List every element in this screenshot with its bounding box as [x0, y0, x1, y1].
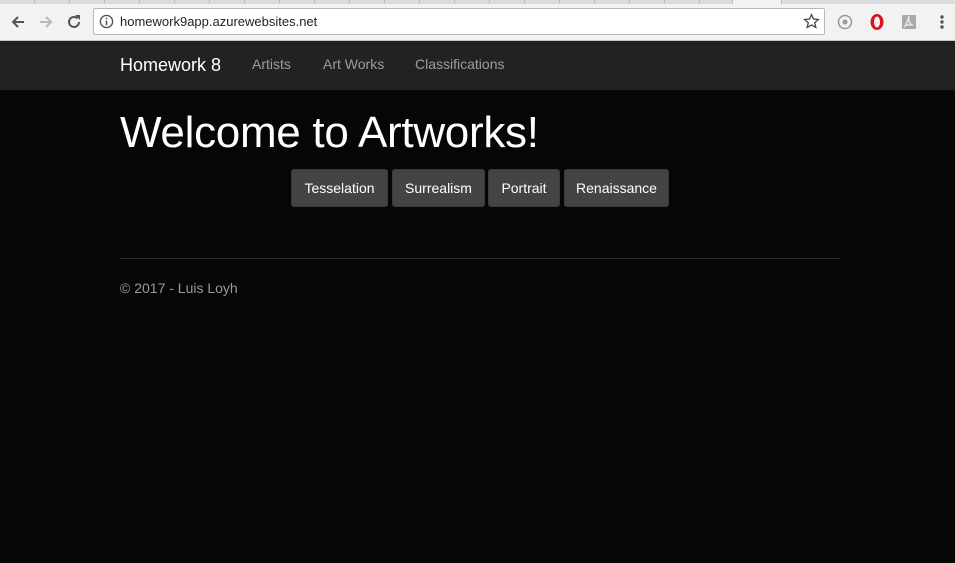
tab[interactable] — [630, 0, 665, 3]
pdf-extension-button[interactable] — [900, 13, 918, 31]
pdf-icon — [902, 15, 916, 29]
tab[interactable] — [70, 0, 105, 3]
page-heading: Welcome to Artworks! — [120, 108, 539, 157]
nav-link-classifications[interactable]: Classifications — [415, 56, 504, 72]
bookmark-button[interactable] — [803, 13, 820, 35]
tab[interactable] — [350, 0, 385, 3]
tab[interactable] — [525, 0, 560, 3]
surrealism-button[interactable]: Surrealism — [392, 169, 485, 207]
tab[interactable] — [665, 0, 700, 3]
tab[interactable] — [490, 0, 525, 3]
tab[interactable] — [595, 0, 630, 3]
star-icon — [803, 13, 820, 29]
kebab-menu-icon — [940, 15, 944, 29]
opera-extension-button[interactable] — [868, 13, 886, 31]
opera-icon — [870, 14, 884, 30]
tab[interactable] — [210, 0, 245, 3]
reload-icon — [68, 15, 80, 28]
forward-button[interactable] — [34, 10, 58, 34]
tab[interactable] — [35, 0, 70, 3]
tab[interactable] — [700, 0, 735, 3]
tab[interactable] — [175, 0, 210, 3]
info-icon[interactable] — [99, 14, 114, 34]
tab[interactable] — [455, 0, 490, 3]
reload-button[interactable] — [62, 10, 86, 34]
tab[interactable] — [105, 0, 140, 3]
tab[interactable] — [245, 0, 280, 3]
renaissance-button[interactable]: Renaissance — [564, 169, 669, 207]
footer-copyright: © 2017 - Luis Loyh — [120, 280, 238, 296]
tab[interactable] — [560, 0, 595, 3]
tab[interactable] — [420, 0, 455, 3]
site-navbar: Homework 8 Artists Art Works Classificat… — [0, 41, 955, 91]
browser-menu-button[interactable] — [933, 13, 951, 31]
back-button[interactable] — [6, 10, 30, 34]
tesselation-button[interactable]: Tesselation — [291, 169, 388, 207]
url-text[interactable]: homework9app.azurewebsites.net — [120, 14, 317, 29]
footer-divider — [120, 258, 840, 259]
tab[interactable] — [315, 0, 350, 3]
tab[interactable] — [385, 0, 420, 3]
address-bar[interactable]: homework9app.azurewebsites.net — [93, 8, 825, 35]
portrait-button[interactable]: Portrait — [488, 169, 560, 207]
back-arrow-icon — [11, 16, 24, 28]
forward-arrow-icon — [40, 16, 53, 28]
tab[interactable] — [280, 0, 315, 3]
browser-toolbar: homework9app.azurewebsites.net — [0, 4, 955, 41]
privacy-extension-button[interactable] — [836, 13, 854, 31]
tab[interactable] — [140, 0, 175, 3]
privacy-extension-icon — [837, 14, 853, 30]
nav-link-art-works[interactable]: Art Works — [323, 56, 384, 72]
tab[interactable] — [0, 0, 35, 3]
nav-link-artists[interactable]: Artists — [252, 56, 291, 72]
brand-link[interactable]: Homework 8 — [120, 55, 221, 76]
